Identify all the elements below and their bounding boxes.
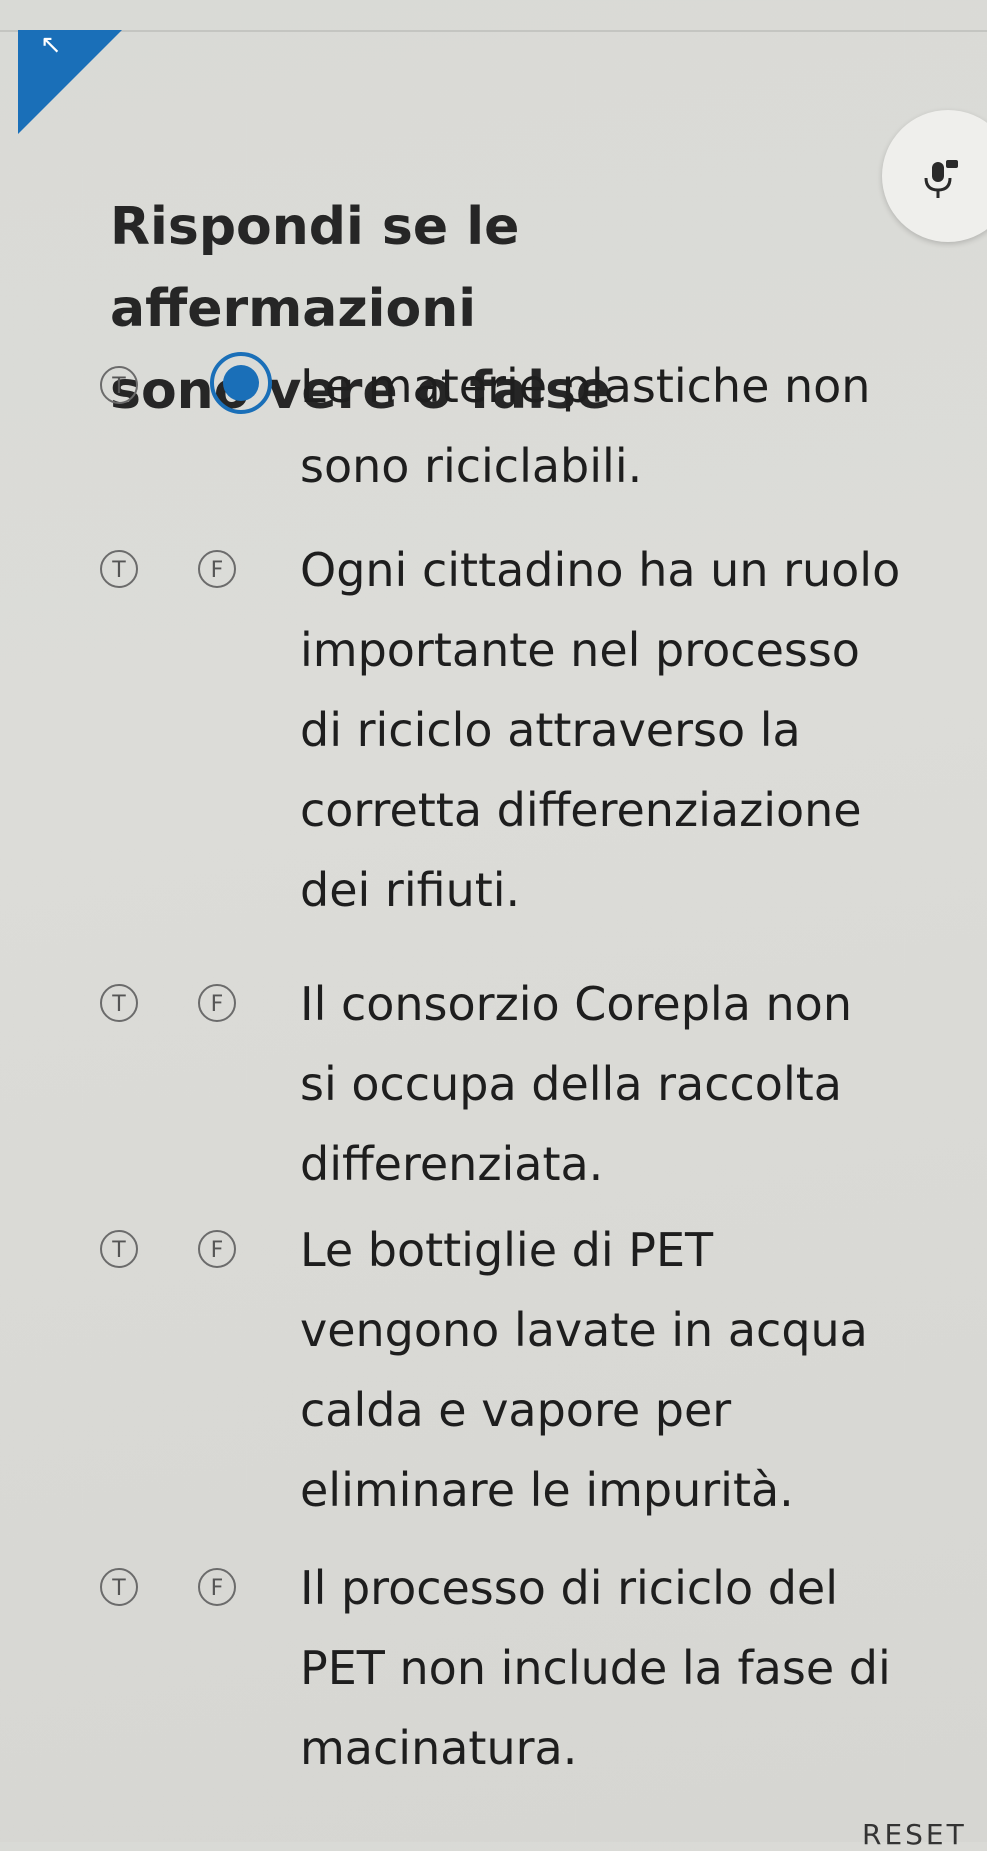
microphone-button[interactable] [882,110,987,242]
q3-text: Il consorzio Corepla non si occupa della… [300,977,852,1191]
q1-true-radio[interactable]: T [100,366,138,404]
top-divider [0,30,987,32]
corner-badge [18,30,122,134]
q2-false-radio[interactable]: F [198,550,236,588]
microphone-icon [924,160,958,198]
arrow-icon: ↖ [40,30,62,60]
q4-text: Le bottiglie di PET vengono lavate in ac… [300,1223,868,1517]
q5-false-radio[interactable]: F [198,1568,236,1606]
reset-button[interactable]: RESET [862,1818,967,1851]
q2-text: Ogni cittadino ha un ruolo importante ne… [300,543,901,917]
q3-true-radio[interactable]: T [100,984,138,1022]
q2-true-radio[interactable]: T [100,550,138,588]
q5-true-radio[interactable]: T [100,1568,138,1606]
q1-text: Le materie plastiche non sono riciclabil… [300,359,871,493]
q3-false-radio[interactable]: F [198,984,236,1022]
q4-true-radio[interactable]: T [100,1230,138,1268]
q5-text: Il processo di riciclo del PET non inclu… [300,1561,891,1775]
q4-false-radio[interactable]: F [198,1230,236,1268]
q1-false-radio[interactable]: F [210,352,272,414]
